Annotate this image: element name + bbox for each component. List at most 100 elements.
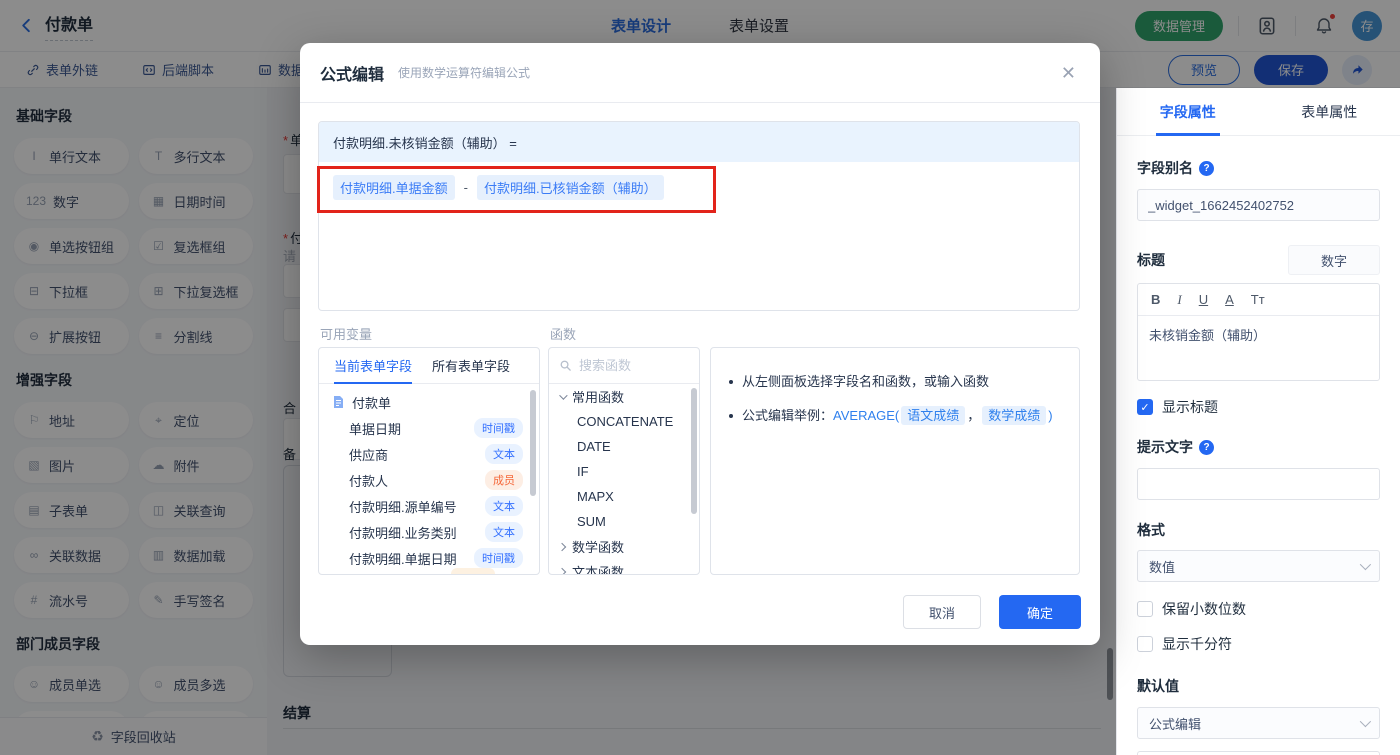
variable-item[interactable]: 付款明细.单据日期 时间戳 [319, 545, 539, 571]
function-item[interactable]: 数学函数 [549, 534, 699, 559]
field-type-tag: 数字 [1288, 245, 1380, 275]
function-search [549, 348, 699, 384]
default-value-label: 默认值 [1137, 678, 1179, 694]
default-value: 公式编辑 [1149, 716, 1202, 732]
formula-box: 付款明细.未核销金额（辅助） = 付款明细.单据金额 - 付款明细.已核销金额（… [318, 121, 1080, 311]
hint-text-input[interactable] [1137, 468, 1380, 500]
variables-root-label: 付款单 [352, 395, 392, 411]
bullet-dot [729, 380, 733, 384]
show-title-checkbox-row[interactable]: ✓ 显示标题 [1137, 397, 1380, 417]
chevron-down-icon [1359, 715, 1372, 728]
bold-icon[interactable]: B [1151, 292, 1160, 307]
decimal-label: 保留小数位数 [1162, 601, 1246, 617]
function-name: SUM [577, 514, 606, 529]
form-doc-icon [334, 396, 343, 408]
tab-form-properties[interactable]: 表单属性 [1259, 88, 1400, 135]
cancel-button[interactable]: 取消 [903, 595, 981, 629]
properties-panel: 字段属性 表单属性 字段别名 ? 标题 数字 B I U A Tᴛ 未核销金额（… [1116, 88, 1400, 755]
formula-token[interactable]: - [464, 180, 468, 195]
functions-panel: 常用函数 CONCATENATE DATE IF [548, 347, 700, 575]
function-name: 数学函数 [572, 540, 625, 555]
modal-title: 公式编辑 [320, 66, 385, 84]
decimal-checkbox-row[interactable]: 保留小数位数 [1137, 599, 1380, 619]
variable-type-badge: 成员 [485, 470, 523, 490]
variable-name: 付款明细.单据日期 [349, 551, 457, 567]
function-item[interactable]: IF [549, 459, 699, 484]
function-search-input[interactable] [579, 358, 689, 373]
partial-badge [451, 568, 495, 574]
title-rich-editor: B I U A Tᴛ 未核销金额（辅助） [1137, 283, 1380, 381]
checkbox-empty-icon[interactable] [1137, 636, 1153, 652]
tab-current-form-fields[interactable]: 当前表单字段 [334, 348, 413, 384]
checkbox-checked-icon[interactable]: ✓ [1137, 399, 1153, 415]
variable-type-badge: 文本 [485, 444, 523, 464]
function-item[interactable]: DATE [549, 434, 699, 459]
function-item[interactable]: 常用函数 [549, 384, 699, 409]
field-alias-input[interactable] [1137, 189, 1380, 221]
example-token: 数学成绩 [982, 406, 1047, 425]
tree-chevron-icon [557, 542, 567, 551]
function-name: IF [577, 464, 589, 479]
variable-name: 付款人 [349, 473, 389, 489]
variable-name: 供应商 [349, 447, 389, 463]
hint-example: 公式编辑举例：AVERAGE(语文成绩，数学成绩) [742, 406, 1053, 425]
function-name: MAPX [577, 489, 614, 504]
edit-formula-button[interactable]: fx 编辑公式 [1137, 751, 1380, 755]
title-label: 标题 [1137, 252, 1165, 268]
tree-chevron-icon [557, 567, 567, 574]
properties-tabs: 字段属性 表单属性 [1117, 88, 1400, 136]
variables-root-node[interactable]: 付款单 [319, 389, 539, 415]
search-icon [560, 360, 571, 371]
variable-item[interactable]: 供应商 文本 [319, 441, 539, 467]
variable-item[interactable]: 单据日期 时间戳 [319, 415, 539, 441]
variables-scrollbar[interactable] [530, 390, 536, 496]
formula-token[interactable]: 付款明细.已核销金额（辅助） [476, 175, 664, 200]
functions-label: 函数 [550, 327, 577, 342]
tab-field-properties[interactable]: 字段属性 [1117, 88, 1259, 135]
variables-label: 可用变量 [320, 327, 373, 342]
example-token: 语文成绩 [901, 406, 966, 425]
font-size-icon[interactable]: Tᴛ [1251, 292, 1265, 307]
rich-text-toolbar: B I U A Tᴛ [1138, 284, 1379, 316]
function-item[interactable]: MAPX [549, 484, 699, 509]
variable-item[interactable]: 付款人 成员 [319, 467, 539, 493]
functions-scrollbar[interactable] [691, 388, 697, 514]
formula-editor-area[interactable]: 付款明细.单据金额 - 付款明细.已核销金额（辅助） [319, 162, 1079, 213]
italic-icon[interactable]: I [1177, 292, 1181, 308]
variable-type-badge: 文本 [485, 522, 523, 542]
hint-text-label: 提示文字 ? [1137, 437, 1380, 457]
confirm-button[interactable]: 确定 [999, 595, 1081, 629]
close-icon[interactable]: ✕ [1057, 60, 1080, 86]
help-icon[interactable]: ? [1199, 160, 1214, 176]
hint-text: 从左侧面板选择字段名和函数，或输入函数 [742, 374, 990, 389]
tab-all-form-fields[interactable]: 所有表单字段 [432, 348, 510, 383]
function-item[interactable]: CONCATENATE [549, 409, 699, 434]
modal-header: 公式编辑 使用数学运算符编辑公式 ✕ [300, 43, 1100, 103]
variable-name: 付款明细.业务类别 [349, 525, 457, 541]
thousands-checkbox-row[interactable]: 显示千分符 [1137, 634, 1380, 654]
font-color-icon[interactable]: A [1225, 292, 1234, 307]
formula-hints-panel: 从左侧面板选择字段名和函数，或输入函数 公式编辑举例：AVERAGE(语文成绩，… [710, 347, 1080, 575]
variable-name: 单据日期 [349, 421, 402, 437]
field-alias-label: 字段别名 ? [1137, 158, 1380, 178]
function-name: 文本函数 [572, 565, 625, 575]
variable-type-badge: 时间戳 [474, 418, 523, 438]
thousands-label: 显示千分符 [1162, 636, 1232, 652]
format-value: 数值 [1149, 559, 1176, 575]
underline-icon[interactable]: U [1199, 292, 1208, 307]
default-value-select[interactable]: 公式编辑 [1137, 707, 1380, 739]
help-icon[interactable]: ? [1199, 439, 1214, 455]
title-value-input[interactable]: 未核销金额（辅助） [1138, 316, 1379, 380]
formula-token[interactable]: 付款明细.单据金额 [333, 175, 455, 200]
formula-editor-modal: 公式编辑 使用数学运算符编辑公式 ✕ 付款明细.未核销金额（辅助） = 付款明细… [300, 43, 1100, 645]
modal-footer: 取消 确定 [300, 595, 1081, 629]
format-select[interactable]: 数值 [1137, 550, 1380, 582]
function-item[interactable]: SUM [549, 509, 699, 534]
checkbox-empty-icon[interactable] [1137, 601, 1153, 617]
function-item[interactable]: 文本函数 [549, 559, 699, 575]
function-name: DATE [577, 439, 611, 454]
show-title-label: 显示标题 [1162, 399, 1218, 415]
variables-panel: 当前表单字段 所有表单字段 付款单 单据日期 时间戳 供应商 文本 付款人 成员… [318, 347, 540, 575]
variable-item[interactable]: 付款明细.业务类别 文本 [319, 519, 539, 545]
variable-item[interactable]: 付款明细.源单编号 文本 [319, 493, 539, 519]
